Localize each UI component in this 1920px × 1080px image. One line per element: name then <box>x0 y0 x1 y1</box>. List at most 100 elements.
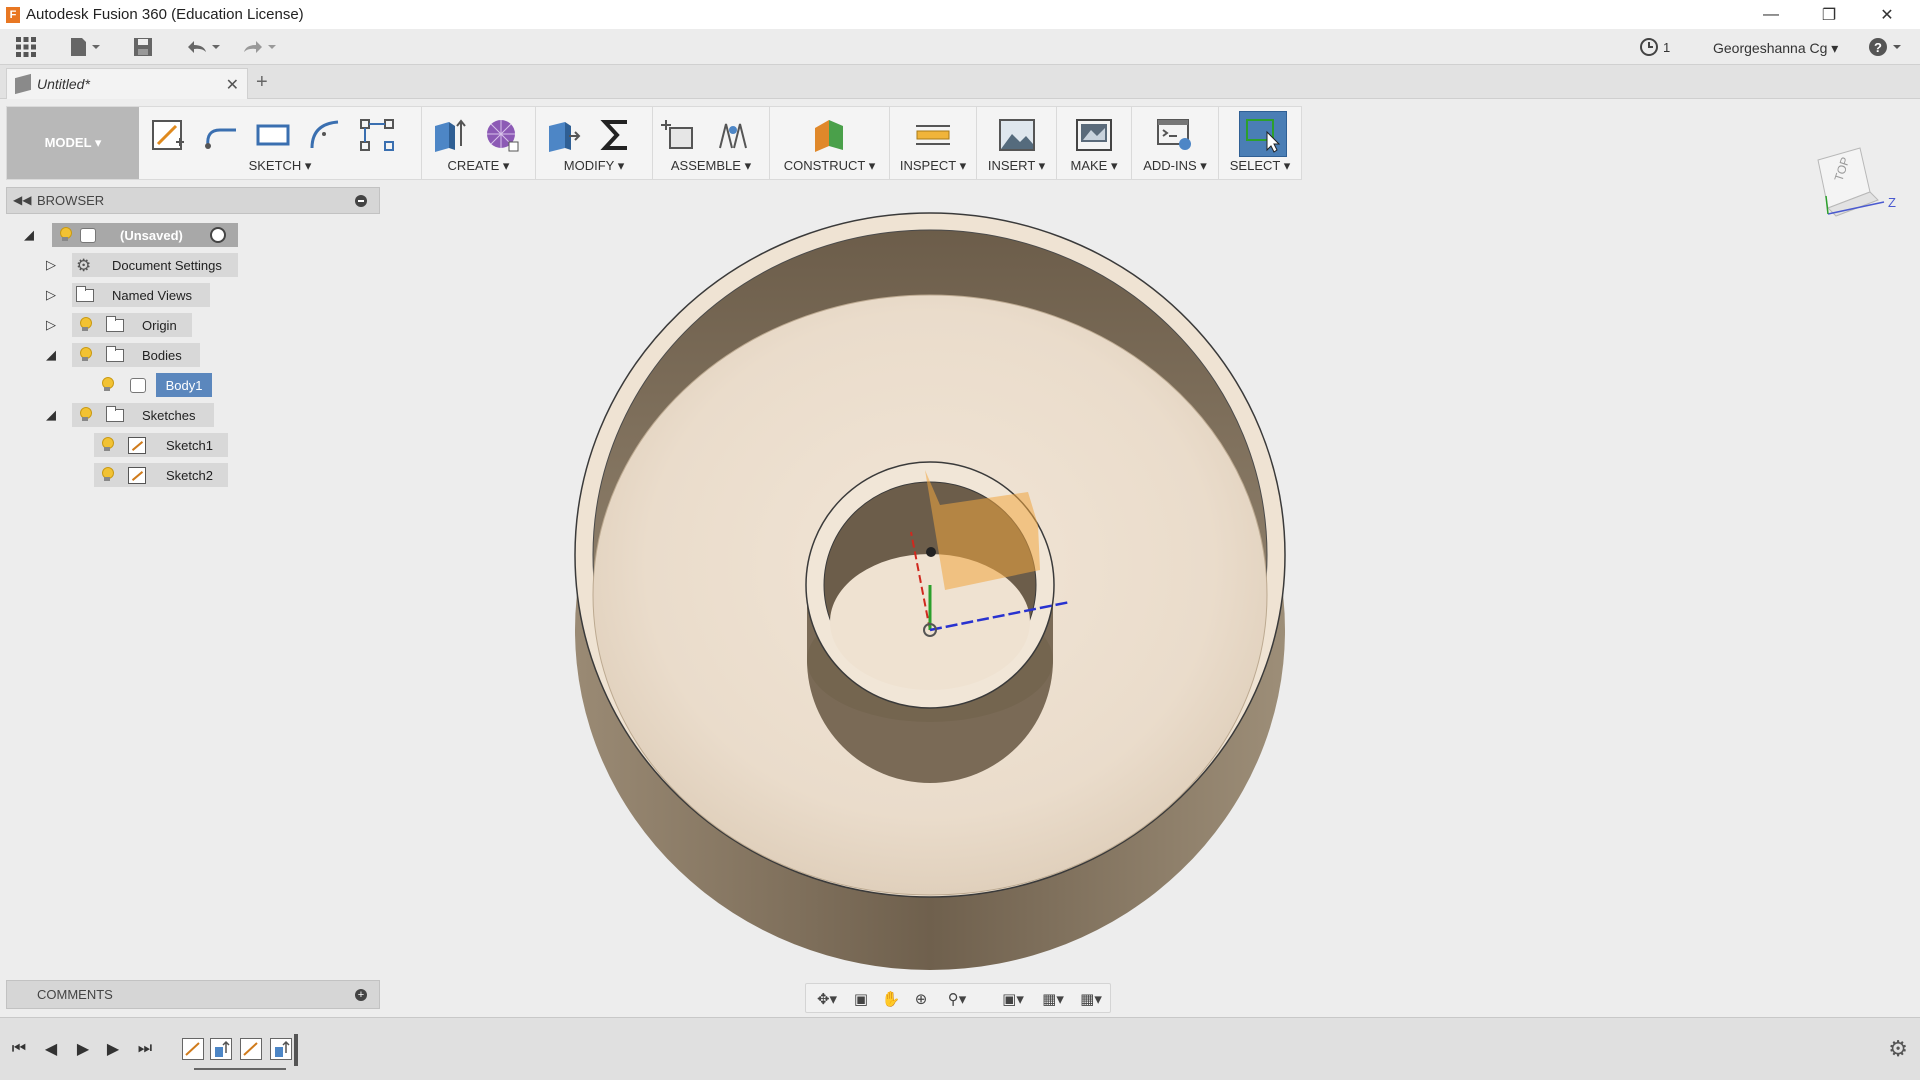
tree-row-body1[interactable]: Body1 <box>94 373 244 397</box>
help-icon[interactable]: ? <box>1866 34 1906 60</box>
new-component-icon[interactable] <box>659 115 699 155</box>
3d-viewport[interactable]: TOP Z <box>380 147 1920 1015</box>
data-panel-grid-icon[interactable] <box>12 34 40 60</box>
tab-untitled[interactable]: Untitled* ✕ <box>6 68 248 99</box>
visibility-bulb-icon[interactable] <box>78 317 92 333</box>
close-window-icon[interactable]: ✕ <box>1858 0 1916 29</box>
insert-menu[interactable]: INSERT ▾ <box>977 158 1056 174</box>
make-menu[interactable]: MAKE ▾ <box>1057 158 1131 174</box>
scripts-addins-icon[interactable] <box>1155 115 1195 155</box>
visibility-bulb-icon[interactable] <box>58 227 72 243</box>
sum-parameters-icon[interactable] <box>596 115 636 155</box>
display-settings-icon[interactable]: ▣▾ <box>996 988 1030 1010</box>
timeline-marker[interactable] <box>294 1034 298 1066</box>
user-account-menu[interactable]: Georgeshanna Cg ▾ <box>1713 40 1838 57</box>
rectangle-tool-icon[interactable] <box>253 115 293 155</box>
look-at-icon[interactable]: ▣ <box>850 988 872 1010</box>
press-pull-icon[interactable] <box>542 115 582 155</box>
collapse-triangle-icon[interactable]: ◢ <box>46 347 62 363</box>
select-tool-icon[interactable] <box>1239 111 1287 157</box>
inspect-menu[interactable]: INSPECT ▾ <box>890 158 976 174</box>
model-canvas[interactable] <box>380 180 1920 1015</box>
sketches-node[interactable]: Sketches <box>72 403 214 427</box>
comments-panel[interactable]: COMMENTS + <box>6 980 380 1009</box>
minimize-icon[interactable]: — <box>1742 0 1800 29</box>
body1-node[interactable]: Body1 <box>156 373 212 397</box>
step-forward-icon[interactable]: ▶ <box>102 1038 124 1060</box>
create-form-icon[interactable] <box>482 115 522 155</box>
activate-radio-icon[interactable] <box>210 227 226 243</box>
named-views-node[interactable]: Named Views <box>72 283 210 307</box>
origin-node[interactable]: Origin <box>72 313 192 337</box>
document-settings-node[interactable]: ⚙ Document Settings <box>72 253 238 277</box>
job-status-clock-icon[interactable] <box>1638 34 1660 60</box>
tree-row-named-views[interactable]: ▷ Named Views <box>46 283 246 307</box>
tree-row-origin[interactable]: ▷ Origin <box>46 313 246 337</box>
file-menu-icon[interactable] <box>66 34 104 60</box>
play-icon[interactable]: ▶ <box>72 1038 94 1060</box>
timeline-sketch2-icon[interactable] <box>240 1038 262 1060</box>
visibility-bulb-icon[interactable] <box>100 437 114 453</box>
browser-panel-header[interactable]: ◀◀ BROWSER <box>6 187 380 214</box>
go-to-start-icon[interactable]: ⏮ <box>8 1038 30 1060</box>
job-count[interactable]: 1 <box>1663 40 1670 55</box>
visibility-bulb-icon[interactable] <box>78 407 92 423</box>
3d-print-icon[interactable] <box>1074 115 1114 155</box>
new-tab-plus-icon[interactable]: + <box>256 71 268 94</box>
grid-snaps-icon[interactable]: ▦▾ <box>1036 988 1070 1010</box>
visibility-bulb-icon[interactable] <box>100 377 114 393</box>
tree-row-sketch2[interactable]: Sketch2 <box>94 463 244 487</box>
expand-triangle-icon[interactable]: ▷ <box>46 287 62 303</box>
pattern-tool-icon[interactable] <box>357 115 397 155</box>
save-icon[interactable] <box>130 34 156 60</box>
add-comment-icon[interactable]: + <box>355 989 367 1001</box>
close-tab-icon[interactable]: ✕ <box>226 75 239 95</box>
tree-row-document-settings[interactable]: ▷ ⚙ Document Settings <box>46 253 246 277</box>
workspace-switcher-button[interactable]: MODEL ▾ <box>7 107 139 179</box>
zoom-icon[interactable]: ⊕ <box>910 988 932 1010</box>
timeline-sketch1-icon[interactable] <box>182 1038 204 1060</box>
create-sketch-icon[interactable] <box>149 115 189 155</box>
redo-icon[interactable] <box>236 34 280 60</box>
viewcube[interactable]: TOP Z <box>1798 130 1908 240</box>
tree-row-bodies[interactable]: ◢ Bodies <box>46 343 246 367</box>
offset-plane-icon[interactable] <box>810 115 850 155</box>
modify-menu[interactable]: MODIFY ▾ <box>536 158 652 174</box>
expand-triangle-icon[interactable]: ▷ <box>46 317 62 333</box>
viewports-icon[interactable]: ▦▾ <box>1074 988 1108 1010</box>
orbit-icon[interactable]: ✥▾ <box>810 988 844 1010</box>
sketch2-node[interactable]: Sketch2 <box>94 463 228 487</box>
undo-icon[interactable] <box>180 34 224 60</box>
visibility-bulb-icon[interactable] <box>78 347 92 363</box>
insert-image-icon[interactable] <box>997 115 1037 155</box>
assemble-menu[interactable]: ASSEMBLE ▾ <box>653 158 769 174</box>
arc-tool-icon[interactable] <box>305 115 345 155</box>
tree-root-row[interactable]: ◢ (Unsaved) <box>24 223 244 247</box>
line-tool-icon[interactable] <box>201 115 241 155</box>
fit-zoom-icon[interactable]: ⚲▾ <box>940 988 974 1010</box>
timeline-settings-gear-icon[interactable]: ⚙ <box>1888 1036 1908 1062</box>
sketch1-node[interactable]: Sketch1 <box>94 433 228 457</box>
sketch-menu[interactable]: SKETCH ▾ <box>139 158 421 174</box>
minimize-browser-icon[interactable] <box>355 195 367 207</box>
restore-icon[interactable]: ❐ <box>1800 0 1858 29</box>
visibility-bulb-icon[interactable] <box>100 467 114 483</box>
collapse-triangle-icon[interactable]: ◢ <box>46 407 62 423</box>
construct-menu[interactable]: CONSTRUCT ▾ <box>770 158 889 174</box>
select-menu[interactable]: SELECT ▾ <box>1219 158 1301 174</box>
tree-row-sketches[interactable]: ◢ Sketches <box>46 403 246 427</box>
timeline-extrude1-icon[interactable] <box>210 1038 232 1060</box>
pan-hand-icon[interactable]: ✋ <box>880 988 902 1010</box>
add-ins-menu[interactable]: ADD-INS ▾ <box>1132 158 1218 174</box>
sketch-point[interactable] <box>926 547 936 557</box>
collapse-triangle-icon[interactable]: ◢ <box>24 227 40 243</box>
bodies-node[interactable]: Bodies <box>72 343 200 367</box>
joint-icon[interactable] <box>713 115 753 155</box>
measure-icon[interactable] <box>913 115 953 155</box>
go-to-end-icon[interactable]: ⏭ <box>134 1038 156 1060</box>
create-menu[interactable]: CREATE ▾ <box>422 158 535 174</box>
expand-triangle-icon[interactable]: ▷ <box>46 257 62 273</box>
extrude-icon[interactable] <box>428 115 468 155</box>
step-back-icon[interactable]: ◀ <box>40 1038 62 1060</box>
tree-row-sketch1[interactable]: Sketch1 <box>94 433 244 457</box>
